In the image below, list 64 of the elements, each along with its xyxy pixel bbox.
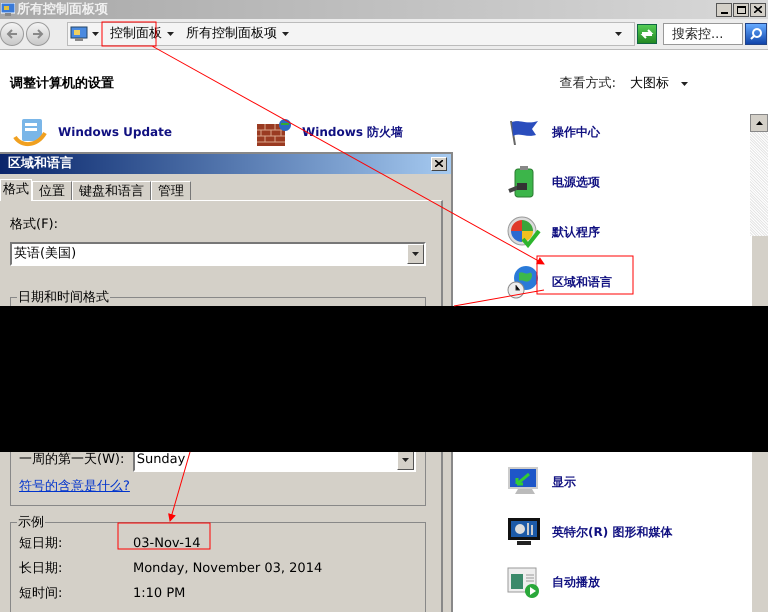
close-icon [754, 6, 762, 13]
close-button[interactable] [750, 2, 766, 16]
control-panel-icon [70, 26, 88, 42]
back-arrow-icon [6, 29, 18, 39]
search-icon [750, 28, 762, 40]
view-dropdown[interactable]: 大图标 [630, 74, 688, 94]
control-panel-link[interactable]: 电源选项 [552, 172, 600, 190]
tab[interactable]: 管理 [151, 180, 191, 200]
control-panel-link[interactable]: 操作中心 [552, 122, 600, 140]
caret-icon[interactable] [412, 252, 419, 256]
scroll-up-button[interactable] [750, 114, 768, 132]
caret-icon[interactable] [402, 458, 409, 462]
example-value: 03-Nov-14 [133, 535, 200, 554]
help-link[interactable]: 符号的含意是什么? [19, 477, 416, 496]
maximize-button[interactable] [733, 2, 749, 16]
dropdown[interactable]: 英语(美国) [10, 242, 426, 266]
close-icon [435, 160, 443, 168]
control-panel-link[interactable]: 默认程序 [552, 222, 600, 240]
control-panel-link[interactable]: Windows Update [58, 122, 172, 140]
brick-wall-icon [257, 118, 291, 146]
caret-icon[interactable] [167, 32, 174, 36]
page-heading: 调整计算机的设置 [10, 75, 114, 93]
forward-arrow-icon [32, 29, 44, 39]
up-arrow-icon [756, 121, 762, 125]
search-field[interactable]: 搜索控... [663, 23, 743, 45]
control-panel-link[interactable]: 英特尔(R) 图形和媒体 [552, 522, 672, 540]
maximize-icon [736, 6, 746, 14]
flag-icon [507, 118, 541, 144]
globe-clock-icon [507, 264, 541, 298]
caret-icon[interactable] [681, 82, 688, 86]
dialog-title: 区域和语言 [7, 154, 73, 173]
tab[interactable]: 键盘和语言 [72, 180, 151, 200]
default-programs-icon [507, 214, 541, 248]
caret-icon[interactable] [615, 32, 622, 36]
example-value: 1:10 PM [133, 585, 186, 604]
minimize-icon [720, 12, 728, 14]
control-panel-link[interactable]: 自动播放 [552, 572, 600, 590]
example-label: 长日期: [19, 560, 64, 578]
refresh-icon [640, 28, 654, 40]
field-label: 格式(F): [10, 216, 60, 234]
control-panel-icon [1, 3, 15, 16]
tab[interactable]: 位置 [32, 180, 72, 200]
caret-icon[interactable] [92, 32, 99, 36]
tab[interactable]: 格式 [0, 178, 32, 200]
minimize-button[interactable] [716, 2, 732, 16]
view-label: 查看方式: [560, 75, 616, 93]
update-icon [13, 116, 47, 146]
search-button[interactable] [745, 23, 767, 45]
field-label: 一周的第一天(W): [19, 451, 126, 470]
window-title: 所有控制面板项 [17, 0, 108, 19]
monitor-icon [507, 516, 541, 546]
control-panel-link[interactable]: 显示 [552, 472, 576, 490]
caret-icon[interactable] [282, 32, 289, 36]
breadcrumb[interactable]: 所有控制面板项 [185, 24, 278, 44]
example-label: 短日期: [19, 535, 64, 554]
control-panel-link[interactable]: 区域和语言 [552, 272, 612, 290]
autoplay-window-icon [507, 566, 541, 598]
back-button[interactable] [0, 22, 24, 46]
refresh-button[interactable] [637, 24, 657, 44]
forward-button[interactable] [26, 22, 50, 46]
example-value: Monday, November 03, 2014 [133, 560, 322, 578]
dropdown-button[interactable] [397, 450, 414, 470]
dropdown-button[interactable] [407, 244, 424, 264]
example-label: 短时间: [19, 585, 64, 604]
